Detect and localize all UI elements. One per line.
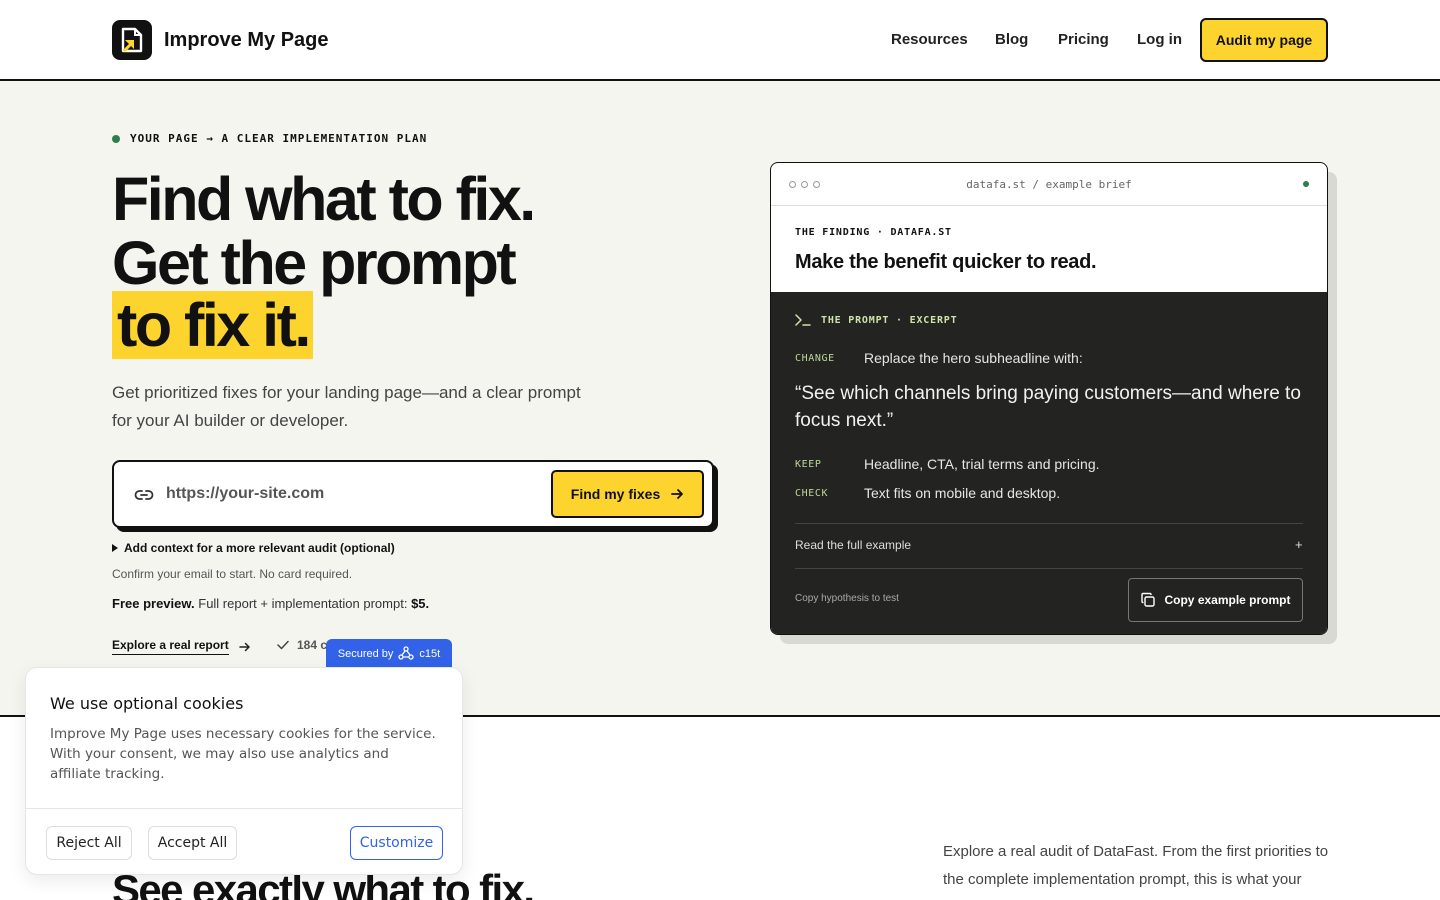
explore-report-link[interactable]: Explore a real report <box>112 638 251 655</box>
card-titlebar: datafa.st / example brief <box>771 163 1327 206</box>
disclosure-triangle-icon <box>112 544 118 552</box>
url-input[interactable] <box>166 482 526 506</box>
customize-button[interactable]: Customize <box>350 826 443 860</box>
preview-text: Full report + implementation prompt: <box>198 596 408 611</box>
hero-subheadline: Get prioritized fixes for your landing p… <box>112 383 581 430</box>
headline-line-3: to fix it. <box>112 291 313 359</box>
context-toggle-label: Add context for a more relevant audit (o… <box>124 541 395 555</box>
hero-eyebrow: YOUR PAGE → A CLEAR IMPLEMENTATION PLAN <box>112 132 427 145</box>
cookie-title: We use optional cookies <box>50 694 244 713</box>
divider <box>26 808 462 809</box>
card-url-label: datafa.st / example brief <box>966 178 1132 191</box>
find-my-fixes-button[interactable]: Find my fixes <box>551 470 704 518</box>
confirm-email-note: Confirm your email to start. No card req… <box>112 567 353 581</box>
divider <box>795 523 1303 524</box>
prompt-label-text: THE PROMPT · EXCERPT <box>821 314 958 326</box>
finding-title: Make the benefit quicker to read. <box>795 251 1097 273</box>
prompt-label: THE PROMPT · EXCERPT <box>795 314 957 326</box>
reviews-count: 184 c <box>277 638 327 652</box>
check-icon <box>277 640 289 650</box>
headline-line-1: Find what to fix. <box>112 165 536 233</box>
c15t-logo-icon <box>398 646 415 660</box>
nav-pricing[interactable]: Pricing <box>1058 32 1109 48</box>
site-header: Improve My Page Resources Blog Pricing L… <box>0 0 1440 81</box>
check-value: Text fits on mobile and desktop. <box>864 485 1061 501</box>
section-paragraph: Explore a real audit of DataFast. From t… <box>943 843 1329 888</box>
copy-example-prompt-button[interactable]: Copy example prompt <box>1128 578 1303 622</box>
explore-report-label: Explore a real report <box>112 638 229 655</box>
example-brief-card: datafa.st / example brief THE FINDING · … <box>770 162 1328 635</box>
accept-all-button[interactable]: Accept All <box>148 826 237 860</box>
arrow-right-icon <box>671 489 684 499</box>
find-button-label: Find my fixes <box>570 486 661 502</box>
secured-label: Secured by <box>337 648 394 660</box>
headline-line-2: Get the prompt <box>112 229 517 297</box>
divider <box>795 568 1303 569</box>
context-toggle[interactable]: Add context for a more relevant audit (o… <box>112 541 395 555</box>
secured-by-badge[interactable]: Secured by c15t <box>326 639 452 669</box>
nav-login[interactable]: Log in <box>1137 32 1182 48</box>
arrow-right-icon <box>238 642 250 651</box>
preview-label: Free preview. <box>112 596 195 611</box>
keep-key: KEEP <box>795 459 822 470</box>
brand-logo-icon[interactable] <box>112 20 152 60</box>
url-form: Find my fixes <box>112 460 714 528</box>
status-dot-icon <box>1303 181 1309 187</box>
eyebrow-text: YOUR PAGE → A CLEAR IMPLEMENTATION PLAN <box>130 132 428 145</box>
audit-my-page-button[interactable]: Audit my page <box>1200 18 1328 62</box>
preview-price: $5. <box>411 596 430 611</box>
keep-value: Headline, CTA, trial terms and pricing. <box>864 456 1100 472</box>
change-key: CHANGE <box>795 353 835 364</box>
cookie-banner: We use optional cookies Improve My Page … <box>25 667 463 875</box>
expand-plus-icon[interactable]: + <box>1295 537 1303 552</box>
nav-blog[interactable]: Blog <box>995 32 1028 48</box>
headline-highlight: to fix it. <box>112 291 313 359</box>
prompt-panel: THE PROMPT · EXCERPT CHANGE Replace the … <box>771 292 1327 634</box>
hero-section: YOUR PAGE → A CLEAR IMPLEMENTATION PLAN … <box>0 81 1440 717</box>
link-icon <box>134 490 154 500</box>
secured-brand: c15t <box>419 648 441 660</box>
finding-label: THE FINDING · DATAFA.ST <box>795 227 952 238</box>
copy-hypothesis-link[interactable]: Copy hypothesis to test <box>795 593 899 604</box>
reject-all-button[interactable]: Reject All <box>46 826 132 860</box>
status-dot-icon <box>112 134 120 143</box>
cookie-description: Improve My Page uses necessary cookies f… <box>50 726 436 782</box>
terminal-icon <box>795 314 811 326</box>
copy-button-label: Copy example prompt <box>1164 593 1291 607</box>
prompt-quote: “See which channels bring paying custome… <box>795 383 1301 431</box>
check-key: CHECK <box>795 488 829 499</box>
brand-name[interactable]: Improve My Page <box>164 28 329 52</box>
read-full-example-toggle[interactable]: Read the full example <box>795 538 911 552</box>
copy-icon <box>1141 592 1156 607</box>
change-value: Replace the hero subheadline with: <box>864 350 1083 366</box>
reviews-text: 184 c <box>297 638 328 652</box>
nav-resources[interactable]: Resources <box>891 32 968 48</box>
preview-pricing: Free preview. Full report + implementati… <box>112 596 429 611</box>
